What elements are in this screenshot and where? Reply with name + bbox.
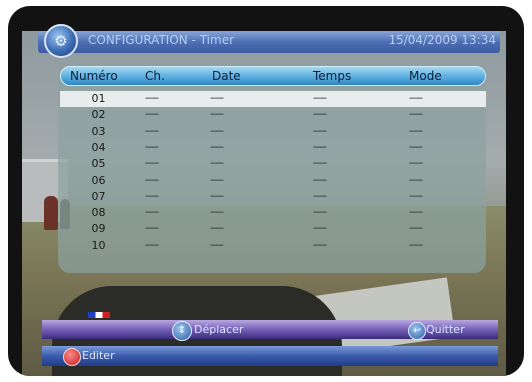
timer-temps: -----: [313, 207, 327, 219]
table-row[interactable]: 08 ----- ----- ----- -----: [60, 205, 486, 221]
timer-mode: -----: [409, 190, 423, 202]
timer-number: 02: [91, 108, 106, 122]
timer-ch: -----: [145, 239, 159, 251]
timer-date: -----: [210, 207, 224, 219]
timer-date: -----: [210, 158, 224, 170]
timer-temps: -----: [313, 190, 327, 202]
timer-number: 07: [91, 189, 106, 203]
timer-mode: -----: [409, 125, 423, 137]
column-header-date: Date: [212, 69, 241, 83]
navigation-icon[interactable]: ⇕: [172, 321, 192, 341]
timer-mode: -----: [409, 239, 423, 251]
timer-ch: -----: [145, 207, 159, 219]
timer-date: -----: [210, 93, 224, 104]
edit-button-label[interactable]: Editer: [82, 349, 115, 362]
timer-date: -----: [210, 125, 224, 137]
timer-date: -----: [210, 109, 224, 121]
table-row[interactable]: 07 ----- ----- ----- -----: [60, 189, 486, 205]
timer-ch: -----: [145, 158, 159, 170]
timer-ch: -----: [145, 223, 159, 235]
timer-number: 01: [91, 92, 106, 105]
timer-mode: -----: [409, 158, 423, 170]
timer-temps: -----: [313, 158, 327, 170]
date-time: 15/04/2009 13:34: [388, 33, 496, 47]
timer-mode: -----: [409, 207, 423, 219]
timer-temps: -----: [313, 239, 327, 251]
timer-mode: -----: [409, 109, 423, 121]
exit-icon[interactable]: ↩: [408, 322, 426, 340]
timer-ch: -----: [145, 125, 159, 137]
timer-mode: -----: [409, 141, 423, 153]
table-row[interactable]: 10 ----- ----- ----- -----: [60, 238, 486, 254]
table-row[interactable]: 09 ----- ----- ----- -----: [60, 221, 486, 237]
move-button-label[interactable]: Déplacer: [194, 323, 243, 336]
timer-date: -----: [210, 174, 224, 186]
timer-temps: -----: [313, 174, 327, 186]
timer-ch: -----: [145, 141, 159, 153]
timer-mode: -----: [409, 93, 423, 104]
table-row[interactable]: 05 ----- ----- ----- -----: [60, 156, 486, 172]
timer-temps: -----: [313, 141, 327, 153]
timer-number: 04: [91, 140, 106, 154]
timer-number: 05: [91, 157, 106, 171]
red-button-icon[interactable]: [63, 348, 81, 366]
configuration-icon: ⚙: [44, 24, 78, 58]
timer-temps: -----: [313, 109, 327, 121]
timer-date: -----: [210, 141, 224, 153]
timer-number: 08: [91, 206, 106, 220]
timer-date: -----: [210, 239, 224, 251]
table-row[interactable]: 04 ----- ----- ----- -----: [60, 140, 486, 156]
quit-button-label[interactable]: Quitter: [426, 323, 465, 336]
timer-number: 03: [91, 124, 106, 138]
channel-logo: [88, 312, 110, 318]
table-row[interactable]: 06 ----- ----- ----- -----: [60, 173, 486, 189]
timer-date: -----: [210, 190, 224, 202]
timer-ch: -----: [145, 93, 159, 104]
timer-ch: -----: [145, 174, 159, 186]
page-title: CONFIGURATION - Timer: [88, 33, 235, 47]
column-header-temps: Temps: [313, 69, 352, 83]
table-row[interactable]: 03 ----- ----- ----- -----: [60, 124, 486, 140]
table-row[interactable]: 01 ----- ----- ----- -----: [60, 91, 486, 107]
timer-temps: -----: [313, 93, 327, 104]
timer-ch: -----: [145, 109, 159, 121]
timer-number: 09: [91, 222, 106, 236]
timer-number: 10: [91, 238, 106, 252]
column-header-mode: Mode: [409, 69, 442, 83]
column-header-numero: Numéro: [70, 69, 118, 83]
timer-temps: -----: [313, 125, 327, 137]
timer-mode: -----: [409, 223, 423, 235]
timer-temps: -----: [313, 223, 327, 235]
timer-date: -----: [210, 223, 224, 235]
timer-mode: -----: [409, 174, 423, 186]
timer-ch: -----: [145, 190, 159, 202]
background-person: [44, 196, 58, 230]
column-header-ch: Ch.: [145, 69, 165, 83]
table-row[interactable]: 02 ----- ----- ----- -----: [60, 107, 486, 123]
timer-number: 06: [91, 173, 106, 187]
